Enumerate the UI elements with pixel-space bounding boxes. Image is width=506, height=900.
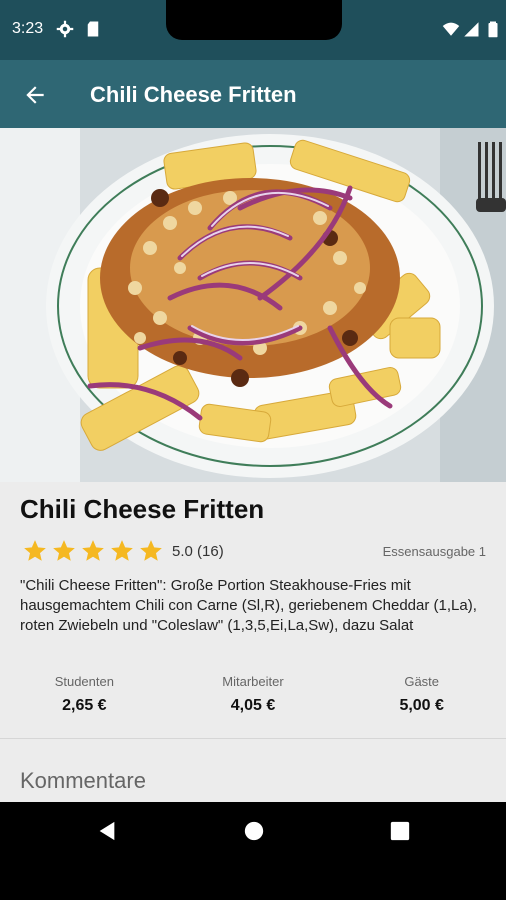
rating-text: 5.0 (16) xyxy=(172,543,224,560)
dish-photo xyxy=(0,128,506,482)
arrow-back-icon[interactable] xyxy=(22,82,48,108)
sd-card-icon xyxy=(87,21,99,37)
back-triangle-icon[interactable] xyxy=(96,820,118,842)
divider xyxy=(0,738,506,739)
location-label: Essensausgabe 1 xyxy=(382,544,486,559)
price-label: Studenten xyxy=(54,674,114,689)
star-icon xyxy=(111,540,133,561)
page-title: Chili Cheese Fritten xyxy=(90,82,297,107)
price-value: 5,00 € xyxy=(399,697,444,714)
star-icon xyxy=(53,540,75,561)
system-nav-bar xyxy=(0,802,506,900)
settings-icon xyxy=(56,20,74,38)
price-label: Gäste xyxy=(404,674,440,689)
dish-description: "Chili Cheese Fritten": Große Portion St… xyxy=(20,577,477,634)
signal-icon xyxy=(464,22,479,37)
status-time: 3:23 xyxy=(12,20,44,37)
price-value: 2,65 € xyxy=(62,697,107,714)
comments-heading: Kommentare xyxy=(20,768,146,793)
home-circle-icon[interactable] xyxy=(243,820,265,842)
recents-square-icon[interactable] xyxy=(389,820,411,842)
price-label: Mitarbeiter xyxy=(222,674,284,689)
wifi-icon xyxy=(442,22,460,36)
dish-name: Chili Cheese Fritten xyxy=(20,494,265,524)
star-rating[interactable] xyxy=(22,538,164,564)
app-bar: Chili Cheese Fritten xyxy=(0,60,506,128)
price-value: 4,05 € xyxy=(230,697,276,714)
status-bar: 3:23 xyxy=(0,0,506,60)
price-column-guests: Gäste 5,00 € xyxy=(337,674,506,715)
dish-details: Chili Cheese Fritten 5.0 (16) Essensausg… xyxy=(0,482,506,802)
star-icon xyxy=(82,540,104,561)
star-icon xyxy=(24,540,46,561)
price-table: Studenten 2,65 € Mitarbeiter 4,05 € Gäst… xyxy=(0,674,506,715)
star-icon xyxy=(140,540,162,561)
price-column-employees: Mitarbeiter 4,05 € xyxy=(169,674,338,715)
price-column-students: Studenten 2,65 € xyxy=(0,674,169,715)
battery-icon xyxy=(488,21,498,38)
camera-notch xyxy=(166,0,342,40)
dish-photo-illustration xyxy=(0,128,506,482)
